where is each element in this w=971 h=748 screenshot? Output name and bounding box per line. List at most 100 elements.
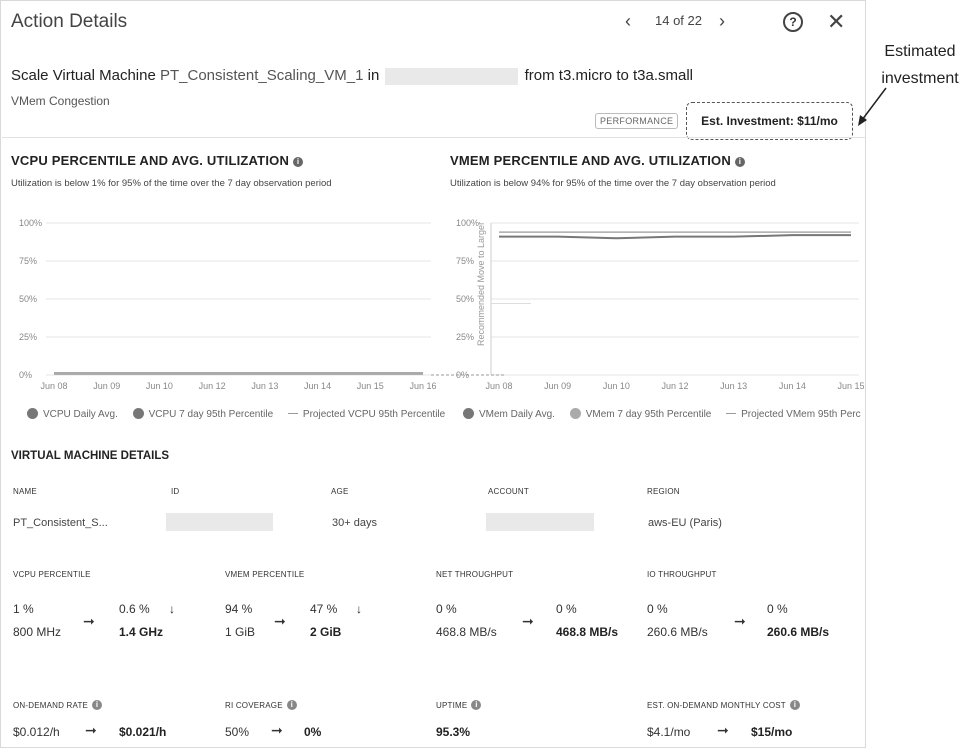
vmem-legend: VMem Daily Avg. VMem 7 day 95th Percenti… — [463, 408, 861, 420]
arrow-right-icon: ➞ — [522, 613, 534, 629]
legend-swatch-dark — [27, 408, 38, 419]
metric-from-pct: 0 % — [436, 602, 457, 616]
cost-label-text: EST. ON-DEMAND MONTHLY COST — [647, 701, 786, 710]
annotation-arrow-icon — [858, 87, 887, 126]
legend-item[interactable]: VCPU 7 day 95th Percentile — [149, 409, 274, 420]
metric-to-cap: 468.8 MB/s — [556, 625, 619, 639]
info-icon[interactable]: i — [471, 700, 482, 710]
x-tick-label: Jun 12 — [661, 381, 688, 391]
cost-from: $0.012/h — [13, 725, 60, 739]
series-line — [499, 234, 851, 240]
arrow-down-icon: ↓ — [169, 602, 175, 616]
x-tick-label: Jun 08 — [40, 381, 67, 391]
vmem-chart-title: VMEM PERCENTILE AND AVG. UTILIZATION i — [450, 153, 745, 168]
metric-to-cap: 1.4 GHz — [119, 625, 164, 639]
y-tick-label: 75% — [456, 256, 474, 266]
info-icon[interactable]: i — [92, 700, 103, 710]
redacted-id — [166, 513, 273, 531]
metric-to-pct: 47 % — [310, 602, 338, 616]
arrow-right-icon: ➞ — [274, 613, 286, 629]
metric-from-cap: 800 MHz — [13, 625, 62, 639]
chevron-left-icon[interactable]: ‹ — [625, 11, 631, 32]
vm-age-value: 30+ days — [332, 517, 377, 529]
legend-swatch-dark — [463, 408, 474, 419]
recommended-marker-label: Recommended Move to Larger — [476, 222, 486, 346]
action-verb: Scale Virtual Machine — [11, 67, 156, 84]
vm-name-value: PT_Consistent_S... — [13, 517, 108, 529]
legend-swatch-light — [569, 408, 581, 419]
legend-swatch-dash — [726, 413, 737, 414]
arrow-right-icon: ➞ — [83, 613, 95, 629]
info-icon[interactable]: i — [734, 157, 745, 167]
x-tick-label: Jun 15 — [357, 381, 384, 391]
metric-label: VCPU PERCENTILE — [13, 570, 91, 579]
info-icon[interactable]: i — [286, 700, 297, 710]
y-tick-label: 50% — [19, 294, 37, 304]
action-in: in — [367, 67, 380, 84]
redacted-account-value — [486, 513, 594, 531]
vm-name-link[interactable]: PT_Consistent_Scaling_VM_1 — [160, 67, 363, 84]
info-icon[interactable]: i — [293, 157, 304, 167]
help-icon[interactable]: ? — [783, 12, 803, 32]
metric-from-pct: 94 % — [225, 602, 253, 616]
action-details-panel: Action Details ‹ 14 of 22 › ? ✕ Scale Vi… — [0, 0, 866, 748]
col-age: AGE — [331, 487, 349, 496]
legend-swatch-dark — [132, 408, 144, 419]
arrow-right-icon: ➞ — [734, 613, 746, 629]
chevron-right-icon[interactable]: › — [719, 11, 725, 32]
col-name: NAME — [13, 487, 37, 496]
vcpu-chart-subtitle: Utilization is below 1% for 95% of the t… — [11, 178, 332, 189]
vcpu-chart-title: VCPU PERCENTILE AND AVG. UTILIZATION i — [11, 153, 304, 168]
action-description: Scale Virtual Machine PT_Consistent_Scal… — [11, 67, 693, 85]
cost-from: $4.1/mo — [647, 725, 691, 739]
legend-item[interactable]: VMem 7 day 95th Percentile — [586, 409, 712, 420]
pager-text: 14 of 22 — [655, 13, 702, 28]
x-tick-label: Jun 09 — [544, 381, 571, 391]
cost-label: RI COVERAGE i — [225, 700, 297, 710]
y-tick-label: 75% — [19, 256, 37, 266]
metric-to-pct: 0.6 % — [119, 602, 150, 616]
redacted-account — [385, 67, 519, 85]
metric-from-cap: 468.8 MB/s — [436, 625, 497, 639]
action-reason: VMem Congestion — [11, 94, 110, 108]
metric-label: IO THROUGHPUT — [647, 570, 717, 579]
arrow-right-icon: ➞ — [85, 722, 97, 738]
panel-title: Action Details — [11, 11, 128, 32]
x-tick-label: Jun 10 — [146, 381, 173, 391]
vm-region-value: aws-EU (Paris) — [648, 517, 722, 529]
metric-from-cap: 260.6 MB/s — [647, 625, 708, 639]
col-account: ACCOUNT — [488, 487, 529, 496]
metric-from-pct: 1 % — [13, 602, 34, 616]
legend-swatch-dash — [287, 413, 298, 414]
x-tick-label: Jun 13 — [251, 381, 278, 391]
y-tick-label: 50% — [456, 294, 474, 304]
info-icon[interactable]: i — [789, 700, 800, 710]
y-tick-label: 25% — [19, 332, 37, 342]
close-icon[interactable]: ✕ — [827, 9, 845, 35]
metric-label: NET THROUGHPUT — [436, 570, 514, 579]
x-tick-label: Jun 08 — [485, 381, 512, 391]
cost-from: 50% — [225, 725, 250, 739]
vcpu-chart-title-text: VCPU PERCENTILE AND AVG. UTILIZATION — [11, 153, 290, 168]
legend-item[interactable]: Projected VCPU 95th Percentile — [303, 409, 445, 420]
vm-details-heading: VIRTUAL MACHINE DETAILS — [11, 450, 170, 462]
x-tick-label: Jun 09 — [93, 381, 120, 391]
cost-label-text: ON-DEMAND RATE — [13, 701, 89, 710]
utilization-charts: 0% 25% 50% 75% 100% Jun 08 Jun 09 Jun 10 Jun 12 J… — [19, 218, 865, 391]
vmem-chart-subtitle: Utilization is below 94% for 95% of the … — [450, 178, 776, 189]
col-id: ID — [171, 487, 180, 496]
cost-to: 0% — [304, 725, 322, 739]
uptime-value: 95.3% — [436, 725, 471, 739]
investment-box: Est. Investment: $11/mo — [686, 102, 853, 140]
legend-item[interactable]: VMem Daily Avg. — [479, 409, 555, 420]
y-tick-label: 25% — [456, 332, 474, 342]
metric-to-cap: 260.6 MB/s — [767, 625, 830, 639]
x-tick-label: Jun 12 — [199, 381, 226, 391]
legend-item[interactable]: Projected VMem 95th Percentile — [741, 409, 861, 420]
arrow-right-icon: ➞ — [717, 722, 729, 738]
y-tick-label: 0% — [19, 370, 32, 380]
metric-from-pct: 0 % — [647, 602, 668, 616]
legend-item[interactable]: VCPU Daily Avg. — [43, 409, 118, 420]
metric-to-pct: 0 % — [556, 602, 577, 616]
category-badge: PERFORMANCE — [595, 113, 679, 129]
